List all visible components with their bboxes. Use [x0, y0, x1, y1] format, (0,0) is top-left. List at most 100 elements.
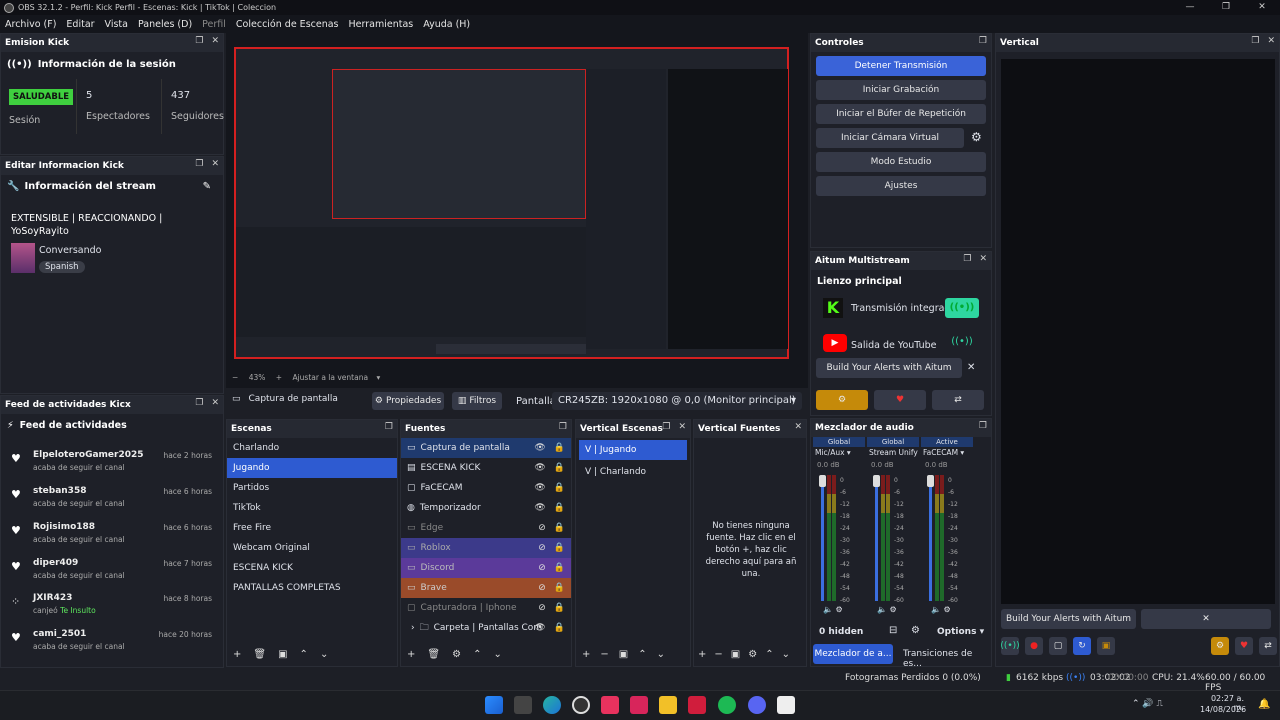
- float-icon[interactable]: ❐: [559, 422, 567, 432]
- trash-icon[interactable]: 🗑: [427, 649, 440, 660]
- add-icon[interactable]: +: [233, 649, 241, 660]
- stream-icon[interactable]: ((•)): [1000, 637, 1020, 655]
- source-item[interactable]: ▢ Capturadora | Iphone ⊘ 🔒: [401, 598, 571, 618]
- close-icon[interactable]: ✕: [794, 422, 802, 432]
- channel-name[interactable]: Stream Unify ▾: [869, 448, 919, 457]
- scene-item[interactable]: Charlando: [227, 438, 397, 458]
- move-up-icon[interactable]: ⌃: [473, 649, 481, 660]
- close-icon[interactable]: ✕: [979, 254, 987, 264]
- tab-transitions[interactable]: Transiciones de es...: [903, 649, 991, 669]
- source-item[interactable]: ▢ FaCECAM 👁 🔒: [401, 478, 571, 498]
- preview-canvas[interactable]: [234, 47, 789, 359]
- move-up-icon[interactable]: ⌃: [765, 649, 773, 660]
- start-recording-button[interactable]: Iniciar Grabación: [816, 80, 986, 100]
- source-item[interactable]: ▭ Discord ⊘ 🔒: [401, 558, 571, 578]
- close-icon[interactable]: ✕: [211, 159, 219, 169]
- close-icon[interactable]: ✕: [211, 36, 219, 46]
- filter-icon[interactable]: ▣: [278, 649, 287, 660]
- windows-start-icon[interactable]: [485, 696, 503, 714]
- vertical-preview[interactable]: [1001, 59, 1275, 604]
- source-item[interactable]: ▤ ESCENA KICK 👁 🔒: [401, 458, 571, 478]
- tiktok-icon[interactable]: [601, 696, 619, 714]
- gear-icon[interactable]: ⚙: [911, 625, 920, 636]
- filters-button[interactable]: ▥ Filtros: [452, 392, 502, 410]
- properties-button[interactable]: ⚙ Propiedades: [372, 392, 444, 410]
- add-icon[interactable]: +: [698, 649, 706, 660]
- source-item[interactable]: › 🗀 Carpeta | Pantallas Com 👁 🔒: [401, 618, 571, 638]
- channel-name[interactable]: FaCECAM ▾: [923, 448, 973, 457]
- close-button[interactable]: ✕: [1244, 0, 1280, 15]
- float-icon[interactable]: ❐: [195, 398, 203, 408]
- source-item[interactable]: ▭ Captura de pantalla 👁 🔒: [401, 438, 571, 458]
- source-item[interactable]: ▭ Edge ⊘ 🔒: [401, 518, 571, 538]
- close-icon[interactable]: ✕: [678, 422, 686, 432]
- app-x-icon[interactable]: [630, 696, 648, 714]
- speaker-icon[interactable]: 🔈 ⚙: [931, 605, 951, 614]
- scene-item[interactable]: PANTALLAS COMPLETAS: [227, 578, 397, 598]
- clock-date[interactable]: 14/08/2026: [1200, 705, 1246, 714]
- volume-knob[interactable]: [873, 475, 880, 487]
- speaker-icon[interactable]: 🔈 ⚙: [823, 605, 843, 614]
- discord-icon[interactable]: [748, 696, 766, 714]
- float-icon[interactable]: ❐: [195, 36, 203, 46]
- gear-icon[interactable]: ⚙: [816, 390, 868, 410]
- share-icon[interactable]: ⇄: [932, 390, 984, 410]
- move-down-icon[interactable]: ⌄: [657, 649, 665, 660]
- move-up-icon[interactable]: ⌃: [638, 649, 646, 660]
- float-icon[interactable]: ❐: [979, 421, 987, 431]
- settings-button[interactable]: Ajustes: [816, 176, 986, 196]
- heart-icon[interactable]: ♥: [1235, 637, 1253, 655]
- float-icon[interactable]: ❐: [963, 254, 971, 264]
- float-icon[interactable]: ❐: [979, 36, 987, 46]
- gear-icon[interactable]: ⚙: [1211, 637, 1229, 655]
- move-down-icon[interactable]: ⌄: [320, 649, 328, 660]
- display-select[interactable]: CR245ZB: 1920x1080 @ 0,0 (Monitor princi…: [552, 392, 802, 410]
- notification-icon[interactable]: 🔔: [1258, 699, 1270, 710]
- volume-slider[interactable]: [821, 475, 824, 601]
- app-icon[interactable]: [688, 696, 706, 714]
- vertical-scene-item[interactable]: V | Charlando: [579, 462, 687, 482]
- add-icon[interactable]: +: [407, 649, 415, 660]
- menu-coleccion[interactable]: Colección de Escenas: [231, 19, 344, 30]
- options-button[interactable]: Options ▾: [937, 627, 984, 637]
- channel-name[interactable]: Mic/Aux ▾: [815, 448, 865, 457]
- scene-item-selected[interactable]: Jugando: [227, 458, 397, 478]
- volume-knob[interactable]: [927, 475, 934, 487]
- gear-icon[interactable]: ⚙: [452, 649, 461, 660]
- menu-herramientas[interactable]: Herramientas: [344, 19, 419, 30]
- remove-icon[interactable]: −: [600, 649, 608, 660]
- minimize-button[interactable]: —: [1172, 0, 1208, 15]
- aitum-promo[interactable]: Build Your Alerts with Aitum: [816, 358, 962, 378]
- aitum-promo[interactable]: Build Your Alerts with Aitum: [1001, 609, 1136, 629]
- obs-icon[interactable]: [572, 696, 590, 714]
- float-icon[interactable]: ❐: [195, 159, 203, 169]
- volume-slider[interactable]: [929, 475, 932, 601]
- menu-paneles[interactable]: Paneles (D): [133, 19, 197, 30]
- pause-icon[interactable]: ▢: [1049, 637, 1067, 655]
- gear-icon[interactable]: ⚙: [971, 130, 982, 144]
- gear-icon[interactable]: ⚙: [748, 649, 757, 660]
- menu-ayuda[interactable]: Ayuda (H): [418, 19, 475, 30]
- volume-knob[interactable]: [819, 475, 826, 487]
- speaker-icon[interactable]: 🔈 ⚙: [877, 605, 897, 614]
- folder-icon[interactable]: [659, 696, 677, 714]
- replay-icon[interactable]: ↻: [1073, 637, 1091, 655]
- layout-icon[interactable]: ⊟: [889, 625, 897, 636]
- menu-perfil[interactable]: Perfil: [197, 19, 231, 30]
- maximize-button[interactable]: ❐: [1208, 0, 1244, 15]
- scene-item[interactable]: ESCENA KICK: [227, 558, 397, 578]
- menu-archivo[interactable]: Archivo (F): [0, 19, 61, 30]
- scene-item[interactable]: TikTok: [227, 498, 397, 518]
- source-item[interactable]: ▭ Brave ⊘ 🔒: [401, 578, 571, 598]
- close-icon[interactable]: ✕: [1141, 609, 1271, 629]
- stop-streaming-button[interactable]: Detener Transmisión: [816, 56, 986, 76]
- stream-toggle-icon[interactable]: ((•)): [945, 298, 979, 318]
- menu-vista[interactable]: Vista: [100, 19, 133, 30]
- edit-icon[interactable]: ✎: [203, 181, 211, 192]
- share-icon[interactable]: ⇄: [1259, 637, 1277, 655]
- remove-icon[interactable]: −: [714, 649, 722, 660]
- close-icon[interactable]: ✕: [1267, 36, 1275, 46]
- scene-item[interactable]: Partidos: [227, 478, 397, 498]
- trash-icon[interactable]: 🗑: [253, 649, 266, 660]
- float-icon[interactable]: ❐: [385, 422, 393, 432]
